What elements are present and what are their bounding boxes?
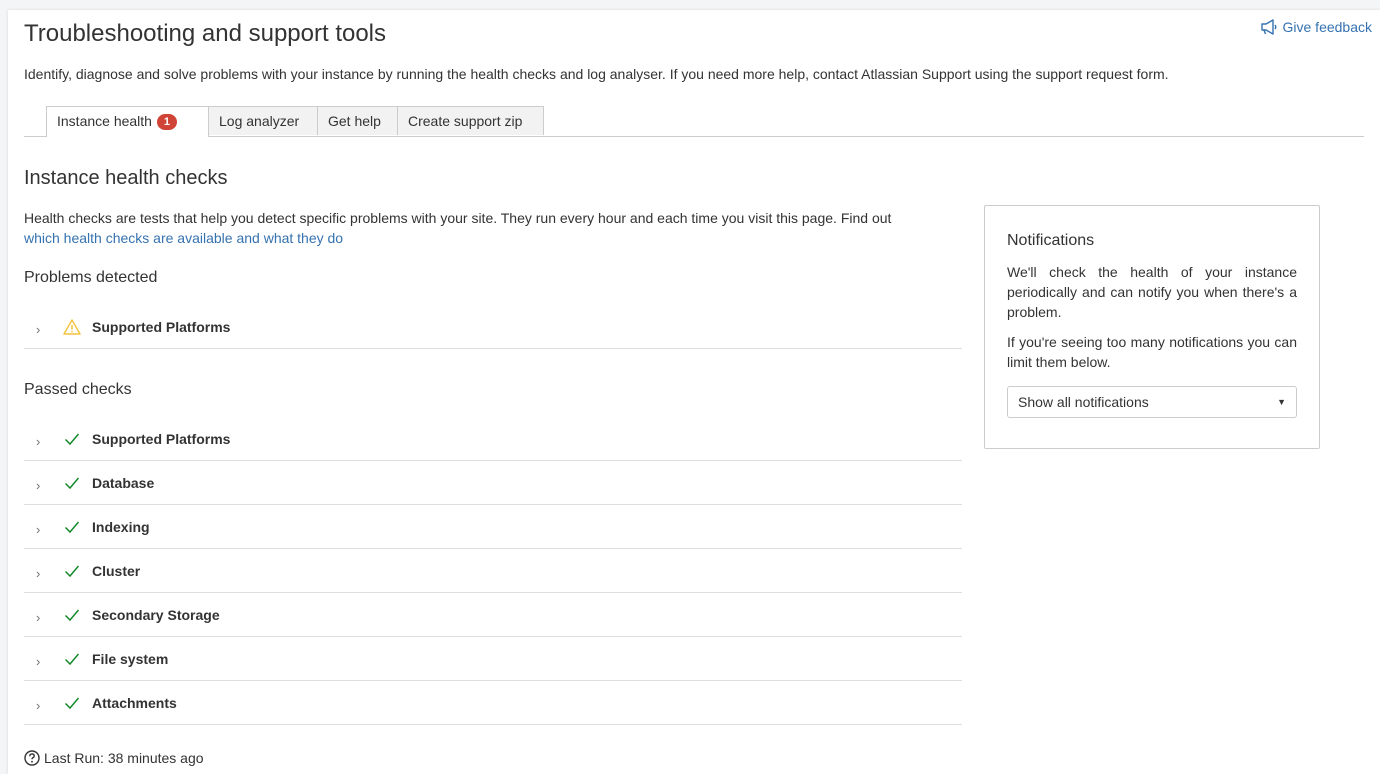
page: Give feedback Troubleshooting and suppor… xyxy=(8,10,1380,774)
check-name: Cluster xyxy=(92,562,141,579)
problems-detected-heading: Problems detected xyxy=(24,269,158,286)
health-check-description: Health checks are tests that help you de… xyxy=(24,208,974,248)
notification-level-value: Show all notifications xyxy=(1018,394,1149,410)
check-name: Supported Platforms xyxy=(92,430,231,447)
check-name: File system xyxy=(92,650,169,667)
check-row-supported-platforms[interactable]: › Supported Platforms xyxy=(24,417,962,461)
dropdown-arrow-icon: ▼ xyxy=(1277,397,1286,407)
check-name: Supported Platforms xyxy=(92,318,231,335)
health-checks-info-link[interactable]: which health checks are available and wh… xyxy=(24,230,343,246)
page-intro: Identify, diagnose and solve problems wi… xyxy=(24,66,1169,82)
chevron-right-icon[interactable]: › xyxy=(36,322,48,337)
tab-log-analyzer[interactable]: Log analyzer xyxy=(208,106,318,135)
check-row-supported-platforms-problem[interactable]: › Supported Platforms xyxy=(24,305,962,349)
tab-get-help-label: Get help xyxy=(328,113,381,129)
give-feedback-link[interactable]: Give feedback xyxy=(1260,19,1373,35)
problem-count-badge: 1 xyxy=(156,114,177,130)
page-title: Troubleshooting and support tools xyxy=(24,20,387,47)
check-icon xyxy=(62,517,82,537)
last-run-text: Last Run: 38 minutes ago xyxy=(44,750,204,766)
tab-get-help[interactable]: Get help xyxy=(317,106,398,135)
check-icon xyxy=(62,605,82,625)
check-name: Indexing xyxy=(92,518,150,535)
check-row-indexing[interactable]: › Indexing xyxy=(24,505,962,549)
megaphone-icon xyxy=(1260,19,1276,35)
problems-list: › Supported Platforms xyxy=(24,305,962,349)
last-run-status: Last Run: 38 minutes ago xyxy=(24,750,204,766)
check-name: Secondary Storage xyxy=(92,606,220,623)
check-row-database[interactable]: › Database xyxy=(24,461,962,505)
give-feedback-label: Give feedback xyxy=(1282,19,1373,35)
notification-level-select[interactable]: Show all notifications ▼ xyxy=(1007,386,1297,418)
notifications-title: Notifications xyxy=(1007,232,1095,249)
help-icon[interactable] xyxy=(24,750,40,766)
passed-checks-heading: Passed checks xyxy=(24,381,132,398)
tab-bar: Instance health 1 Log analyzer Get help C… xyxy=(24,106,1364,137)
chevron-right-icon[interactable]: › xyxy=(36,522,48,537)
notifications-text-2: If you're seeing too many notifications … xyxy=(1007,334,1297,370)
check-icon xyxy=(62,693,82,713)
description-text: Health checks are tests that help you de… xyxy=(24,210,892,226)
section-title: Instance health checks xyxy=(24,167,228,189)
chevron-right-icon[interactable]: › xyxy=(36,654,48,669)
chevron-right-icon[interactable]: › xyxy=(36,478,48,493)
tab-instance-health[interactable]: Instance health 1 xyxy=(46,106,209,137)
check-icon xyxy=(62,561,82,581)
warning-icon xyxy=(62,317,82,337)
check-row-file-system[interactable]: › File system xyxy=(24,637,962,681)
chevron-right-icon[interactable]: › xyxy=(36,566,48,581)
chevron-right-icon[interactable]: › xyxy=(36,610,48,625)
check-icon xyxy=(62,649,82,669)
check-name: Attachments xyxy=(92,694,177,711)
tab-create-support-zip-label: Create support zip xyxy=(408,113,523,129)
chevron-right-icon[interactable]: › xyxy=(36,698,48,713)
tab-log-analyzer-label: Log analyzer xyxy=(219,113,300,129)
check-icon xyxy=(62,429,82,449)
check-row-secondary-storage[interactable]: › Secondary Storage xyxy=(24,593,962,637)
tab-instance-health-label: Instance health xyxy=(57,113,152,129)
check-row-cluster[interactable]: › Cluster xyxy=(24,549,962,593)
chevron-right-icon[interactable]: › xyxy=(36,434,48,449)
notifications-panel: Notifications We'll check the health of … xyxy=(984,205,1320,449)
check-name: Database xyxy=(92,474,155,491)
check-icon xyxy=(62,473,82,493)
tab-create-support-zip[interactable]: Create support zip xyxy=(397,106,544,135)
notifications-text-1: We'll check the health of your instance … xyxy=(1007,264,1297,320)
passed-list: › Supported Platforms › Database › Index… xyxy=(24,417,962,725)
check-row-attachments[interactable]: › Attachments xyxy=(24,681,962,725)
